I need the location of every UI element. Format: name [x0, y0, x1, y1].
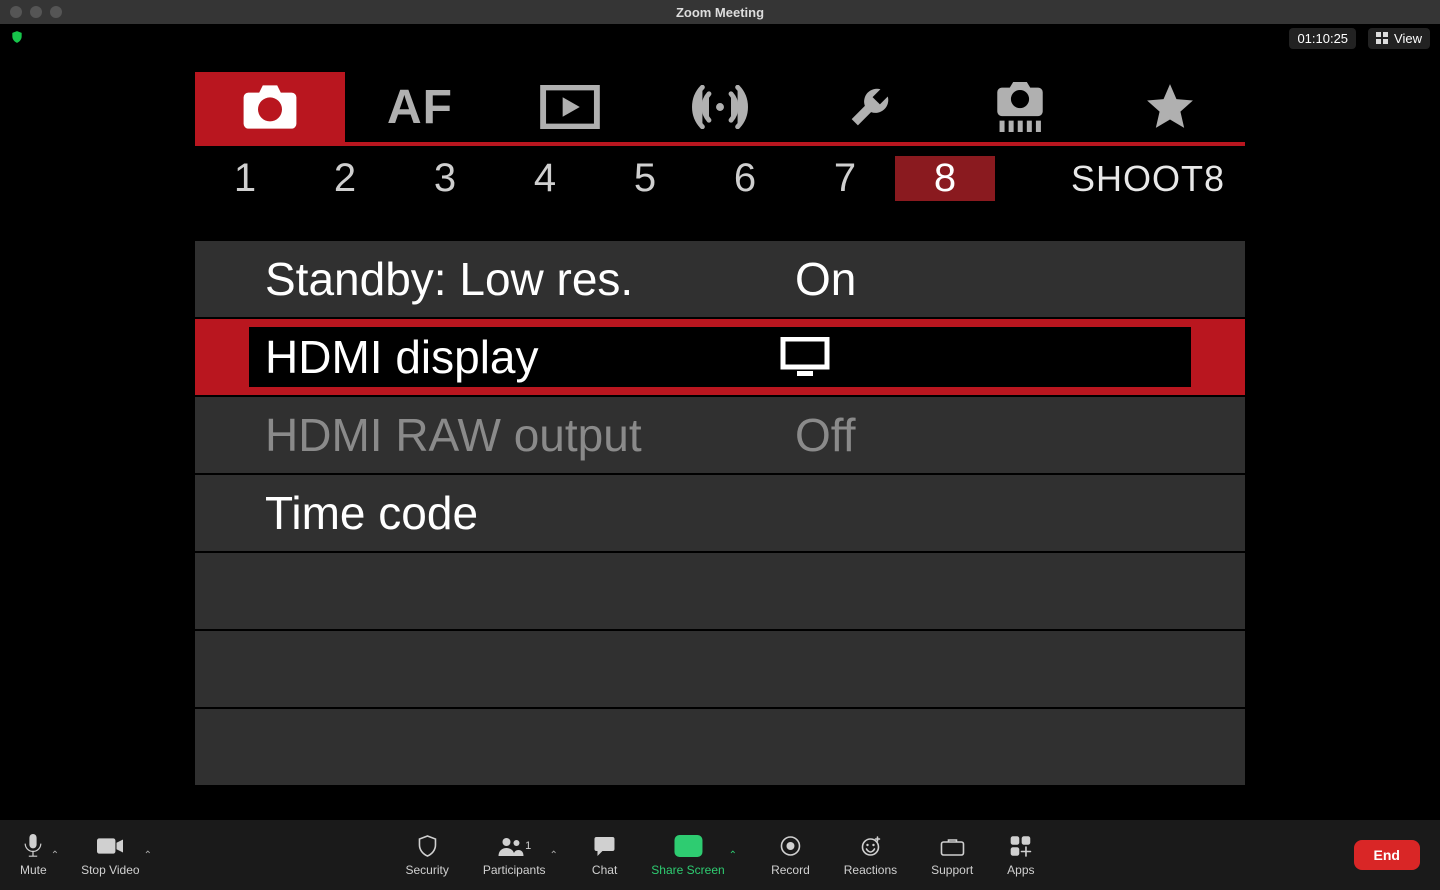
- stop-video-label: Stop Video: [81, 863, 140, 877]
- page-5[interactable]: 5: [595, 156, 695, 201]
- mute-caret[interactable]: ⌃: [51, 850, 59, 861]
- encryption-shield-icon[interactable]: [10, 30, 24, 47]
- chat-icon: [594, 836, 616, 856]
- custom-fn-icon: [992, 82, 1048, 132]
- playback-icon: [539, 85, 601, 129]
- tab-setup[interactable]: [795, 72, 945, 142]
- wrench-icon: [848, 82, 892, 132]
- mute-label: Mute: [20, 863, 47, 877]
- tab-af[interactable]: AF: [345, 72, 495, 142]
- wireless-icon: [692, 85, 748, 129]
- end-label: End: [1374, 847, 1400, 863]
- support-icon: [940, 836, 964, 856]
- page-2[interactable]: 2: [295, 156, 395, 201]
- record-button[interactable]: Record: [771, 834, 810, 877]
- meeting-info-strip: 01:10:25 View: [0, 24, 1440, 52]
- setting-empty: [195, 709, 1245, 787]
- setting-value: Off: [795, 408, 1245, 462]
- support-label: Support: [931, 863, 973, 877]
- participants-count: 1: [525, 840, 531, 852]
- page-3[interactable]: 3: [395, 156, 495, 201]
- setting-label: Standby: Low res.: [265, 252, 795, 306]
- tab-mymenu[interactable]: [1095, 72, 1245, 142]
- participants-caret[interactable]: ⌃: [550, 850, 558, 861]
- setting-empty: [195, 631, 1245, 709]
- tab-wireless[interactable]: [645, 72, 795, 142]
- support-button[interactable]: Support: [931, 834, 973, 877]
- setting-value-icon: [779, 337, 1191, 377]
- setting-empty: [195, 553, 1245, 631]
- tab-custom-functions[interactable]: [945, 72, 1095, 142]
- video-stage: AF 1 2 3 4 5 6: [0, 52, 1440, 820]
- participants-label: Participants: [483, 863, 546, 877]
- setting-hdmi-raw-output: HDMI RAW output Off: [195, 397, 1245, 475]
- apps-icon: [1010, 835, 1032, 857]
- record-label: Record: [771, 863, 810, 877]
- chat-button[interactable]: Chat: [592, 834, 617, 877]
- end-button[interactable]: End: [1354, 840, 1420, 870]
- page-label: SHOOT8: [1071, 158, 1225, 200]
- page-6[interactable]: 6: [695, 156, 795, 201]
- security-button[interactable]: Security: [405, 834, 448, 877]
- page-8[interactable]: 8: [895, 156, 995, 201]
- camera-icon: [240, 83, 300, 131]
- monitor-icon: [779, 337, 831, 377]
- meeting-timer: 01:10:25: [1289, 28, 1356, 49]
- titlebar: Zoom Meeting: [0, 0, 1440, 24]
- setting-value: On: [795, 252, 1245, 306]
- microphone-icon: [24, 834, 42, 858]
- chat-label: Chat: [592, 863, 617, 877]
- setting-hdmi-display[interactable]: HDMI display: [195, 319, 1245, 397]
- reactions-label: Reactions: [844, 863, 897, 877]
- setting-standby-low-res[interactable]: Standby: Low res. On: [195, 241, 1245, 319]
- page-1[interactable]: 1: [195, 156, 295, 201]
- stop-video-button[interactable]: Stop Video: [81, 834, 140, 877]
- security-label: Security: [405, 863, 448, 877]
- category-tab-row: AF: [195, 72, 1245, 142]
- window-title: Zoom Meeting: [0, 5, 1440, 20]
- tab-playback[interactable]: [495, 72, 645, 142]
- participants-icon: [497, 836, 523, 856]
- page-number-row: 1 2 3 4 5 6 7 8 SHOOT8: [195, 146, 1245, 211]
- grid-icon: [1376, 32, 1388, 44]
- apps-button[interactable]: Apps: [1007, 834, 1034, 877]
- view-label: View: [1394, 31, 1422, 46]
- record-icon: [779, 835, 801, 857]
- zoom-toolbar: Mute ⌃ Stop Video ⌃ Security: [0, 820, 1440, 890]
- page-4[interactable]: 4: [495, 156, 595, 201]
- reactions-icon: [859, 835, 881, 857]
- star-icon: [1145, 82, 1195, 132]
- tab-shooting[interactable]: [195, 72, 345, 142]
- reactions-button[interactable]: Reactions: [844, 834, 897, 877]
- setting-label: Time code: [265, 486, 795, 540]
- participants-button[interactable]: 1 Participants: [483, 834, 546, 877]
- video-caret[interactable]: ⌃: [144, 850, 152, 861]
- af-label: AF: [387, 80, 453, 135]
- camera-menu-screen: AF 1 2 3 4 5 6: [195, 72, 1245, 820]
- share-screen-icon: [674, 835, 702, 857]
- share-caret[interactable]: ⌃: [729, 850, 737, 861]
- share-screen-button[interactable]: Share Screen: [651, 834, 724, 877]
- apps-label: Apps: [1007, 863, 1034, 877]
- shield-icon: [417, 835, 437, 857]
- page-7[interactable]: 7: [795, 156, 895, 201]
- setting-time-code[interactable]: Time code: [195, 475, 1245, 553]
- video-icon: [97, 837, 123, 855]
- setting-label: HDMI display: [265, 330, 779, 384]
- setting-label: HDMI RAW output: [265, 408, 795, 462]
- mute-button[interactable]: Mute: [20, 834, 47, 877]
- share-screen-label: Share Screen: [651, 863, 724, 877]
- view-button[interactable]: View: [1368, 28, 1430, 49]
